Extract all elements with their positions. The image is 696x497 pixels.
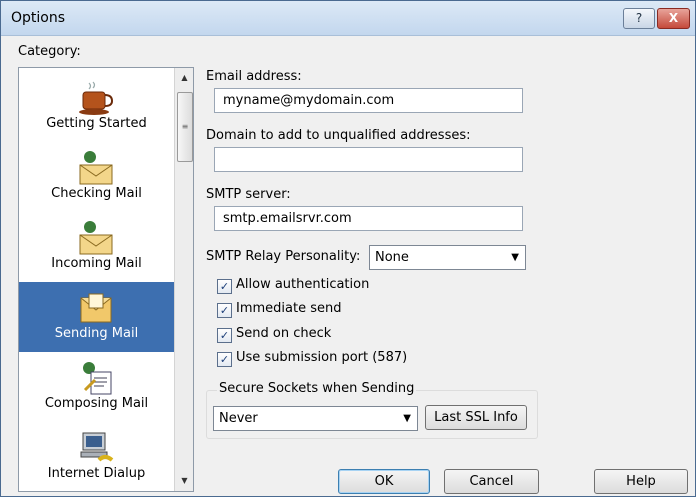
category-item-getting-started[interactable]: Getting Started — [19, 72, 174, 142]
envelope-person-icon — [79, 221, 113, 255]
smtp-server-label: SMTP server: — [206, 187, 291, 202]
email-address-label: Email address: — [206, 69, 302, 84]
checkmark-icon: ✓ — [217, 328, 232, 343]
ok-button[interactable]: OK — [338, 469, 430, 494]
scroll-up-arrow-icon[interactable]: ▲ — [175, 68, 193, 86]
category-item-label: Sending Mail — [54, 326, 139, 341]
coffee-cup-icon — [79, 81, 114, 115]
domain-field[interactable] — [214, 147, 523, 172]
category-scrollbar[interactable]: ▲ ≡ ▼ — [174, 68, 193, 491]
computer-phone-icon — [80, 432, 114, 462]
chevron-down-icon: ▼ — [403, 413, 411, 424]
last-ssl-info-button[interactable]: Last SSL Info — [425, 405, 527, 430]
category-label: Category: — [18, 44, 81, 59]
category-item-label: Checking Mail — [51, 186, 142, 201]
open-envelope-icon — [80, 293, 112, 323]
category-item-sending-mail[interactable]: Sending Mail — [19, 282, 174, 352]
checkbox-label: Immediate send — [236, 301, 342, 316]
checkmark-icon: ✓ — [217, 303, 232, 318]
smtp-relay-select[interactable]: None ▼ — [369, 245, 526, 270]
cancel-button[interactable]: Cancel — [444, 469, 539, 494]
window-title: Options — [11, 10, 66, 26]
category-item-label: Composing Mail — [44, 396, 149, 411]
category-item-composing-mail[interactable]: Composing Mail — [19, 352, 174, 422]
category-list[interactable]: Getting Started Checking Mail Incoming M… — [18, 67, 194, 492]
close-button[interactable]: X — [657, 8, 690, 29]
envelope-person-icon — [79, 151, 113, 185]
title-bar: Options ? X — [1, 1, 695, 36]
help-titlebar-button[interactable]: ? — [623, 8, 655, 29]
options-window: Options ? X Category: Getting Started Ch… — [0, 0, 696, 497]
secure-sockets-title: Secure Sockets when Sending — [217, 381, 417, 396]
scroll-thumb[interactable]: ≡ — [177, 92, 193, 162]
checkbox-label: Allow authentication — [236, 277, 370, 292]
smtp-server-field[interactable]: smtp.emailsrvr.com — [214, 206, 523, 231]
smtp-relay-value: None — [375, 250, 409, 265]
category-item-label: Getting Started — [46, 116, 147, 131]
category-item-checking-mail[interactable]: Checking Mail — [19, 142, 174, 212]
checkmark-icon: ✓ — [217, 279, 232, 294]
category-item-label: Incoming Mail — [51, 256, 142, 271]
checkmark-icon: ✓ — [217, 352, 232, 367]
scroll-down-arrow-icon[interactable]: ▼ — [175, 471, 193, 489]
category-item-incoming-mail[interactable]: Incoming Mail — [19, 212, 174, 282]
checkbox-label: Use submission port (587) — [236, 350, 408, 365]
ssl-mode-value: Never — [219, 411, 258, 426]
category-item-label: Internet Dialup — [47, 466, 146, 481]
compose-document-icon — [83, 362, 112, 395]
ssl-mode-select[interactable]: Never ▼ — [213, 406, 418, 431]
help-button[interactable]: Help — [594, 469, 688, 494]
checkbox-label: Send on check — [236, 326, 332, 341]
email-address-field[interactable]: myname@mydomain.com — [214, 88, 523, 113]
domain-label: Domain to add to unqualified addresses: — [206, 128, 471, 143]
smtp-relay-label: SMTP Relay Personality: — [206, 249, 361, 264]
chevron-down-icon: ▼ — [511, 252, 519, 263]
category-item-internet-dialup[interactable]: Internet Dialup — [19, 422, 174, 491]
